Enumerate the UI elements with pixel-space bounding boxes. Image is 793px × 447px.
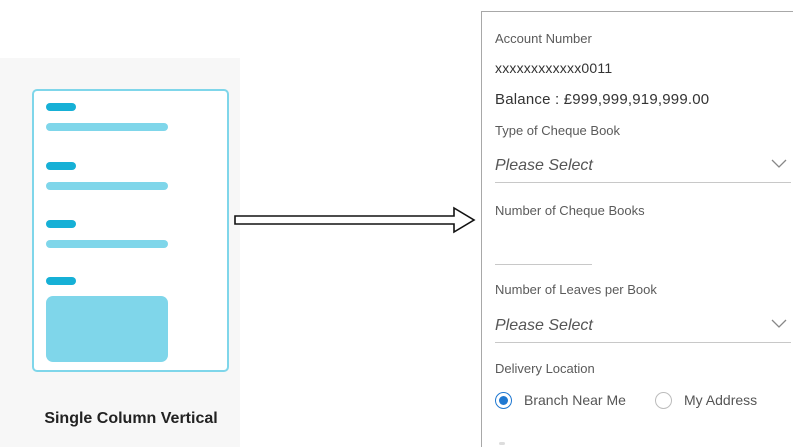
cheque-book-type-label: Type of Cheque Book <box>495 123 621 138</box>
balance-text: Balance : £999,999,919,999.00 <box>495 91 710 108</box>
leaves-per-book-label: Number of Leaves per Book <box>495 282 657 297</box>
account-number-label: Account Number <box>495 31 592 46</box>
cheque-book-count-label: Number of Cheque Books <box>495 203 645 218</box>
clipped-content-hint <box>499 442 505 445</box>
wireframe-field-2 <box>46 182 168 190</box>
cheque-book-count-input[interactable] <box>495 235 592 265</box>
single-column-wireframe <box>32 89 229 372</box>
account-number-value: xxxxxxxxxxxx0011 <box>495 60 613 76</box>
delivery-option-branch-label: Branch Near Me <box>524 392 626 408</box>
chevron-down-icon <box>771 319 787 328</box>
layout-caption: Single Column Vertical <box>44 410 218 427</box>
arrow-right-icon <box>234 206 476 234</box>
wireframe-textarea <box>46 296 168 362</box>
delivery-option-my-address[interactable]: My Address <box>655 390 757 410</box>
wireframe-label-3 <box>46 220 76 228</box>
delivery-location-label: Delivery Location <box>495 361 595 376</box>
wireframe-label-2 <box>46 162 76 170</box>
chevron-down-icon <box>771 159 787 168</box>
leaves-per-book-select[interactable]: Please Select <box>495 311 791 343</box>
cheque-book-type-select[interactable]: Please Select <box>495 151 791 183</box>
wireframe-label-1 <box>46 103 76 111</box>
radio-button-selected[interactable] <box>495 391 512 409</box>
cheque-book-request-form: Account Number xxxxxxxxxxxx0011 Balance … <box>481 11 793 447</box>
leaves-per-book-value: Please Select <box>495 317 593 334</box>
delivery-option-my-address-label: My Address <box>684 392 758 408</box>
radio-button-unselected[interactable] <box>655 391 672 409</box>
cheque-book-type-value: Please Select <box>495 157 593 174</box>
wireframe-field-1 <box>46 123 168 131</box>
wireframe-field-3 <box>46 240 168 248</box>
wireframe-label-4 <box>46 277 76 285</box>
delivery-option-branch[interactable]: Branch Near Me <box>495 390 626 410</box>
